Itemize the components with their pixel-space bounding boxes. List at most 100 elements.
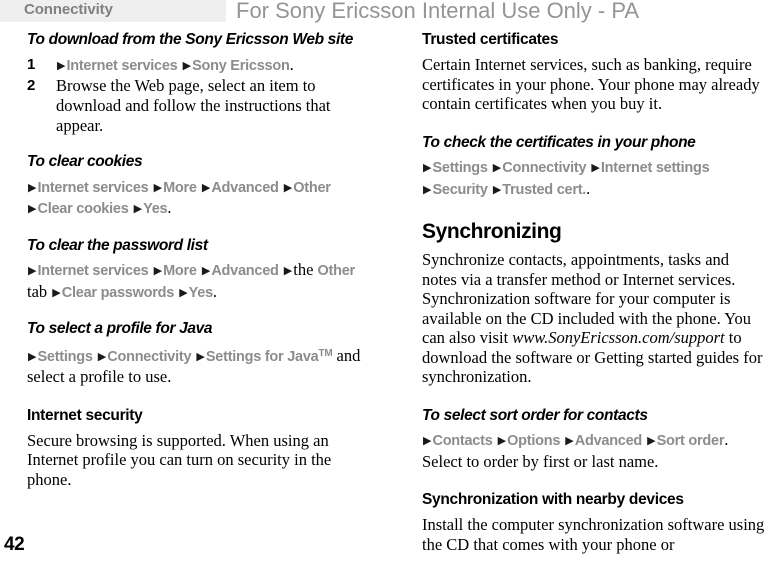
triangle-right-icon: ▶: [52, 285, 61, 299]
section-heading: Internet security: [27, 406, 143, 424]
section-trusted-certificates: Trusted certificates Certain Internet se…: [422, 31, 764, 114]
page-header: Connectivity For Sony Ericsson Internal …: [0, 0, 764, 23]
menu-item: Options: [507, 433, 561, 449]
menu-item: Internet services: [37, 263, 149, 279]
triangle-right-icon: ▶: [201, 264, 211, 277]
section-select-java-profile: To select a profile for Java ▶Settings ▶…: [27, 320, 372, 387]
triangle-right-icon: ▶: [57, 58, 66, 72]
triangle-right-icon: ▶: [492, 182, 502, 196]
triangle-right-icon: ▶: [28, 264, 37, 277]
menu-item: Advanced: [574, 433, 643, 449]
menu-item: Settings: [37, 348, 93, 365]
menu-item: Yes: [143, 201, 168, 217]
triangle-right-icon: ▶: [201, 180, 211, 194]
step-number: 1: [27, 55, 36, 73]
section-heading: Synchronization with nearby devices: [422, 491, 684, 508]
triangle-right-icon: ▶: [28, 349, 37, 363]
menu-item: Internet services: [66, 57, 178, 74]
triangle-right-icon: ▶: [196, 349, 205, 363]
menu-item: Sort order: [656, 433, 725, 449]
triangle-right-icon: ▶: [153, 180, 163, 194]
connector-word: tab: [27, 281, 48, 301]
right-column: Trusted certificates Certain Internet se…: [422, 31, 764, 554]
section-sort-order: To select sort order for contacts ▶Conta…: [422, 407, 764, 472]
menu-item: Clear passwords: [61, 284, 175, 301]
menu-item: Other: [293, 179, 331, 196]
triangle-right-icon: ▶: [565, 434, 574, 447]
menu-item: Advanced: [211, 179, 279, 196]
section-download-web-site: To download from the Sony Ericsson Web s…: [27, 31, 372, 136]
menu-path: ▶Internet services ▶More ▶Advanced ▶Othe…: [27, 177, 372, 220]
menu-path: ▶Settings ▶Connectivity ▶Internet settin…: [422, 157, 764, 200]
step-trailing-punctuation: .: [289, 54, 294, 74]
menu-item: Sony Ericsson: [192, 57, 290, 74]
section-clear-cookies: To clear cookies ▶Internet services ▶Mor…: [27, 153, 372, 220]
chapter-section-heading: Synchronizing: [422, 220, 562, 243]
menu-path: ▶Settings ▶Connectivity ▶Settings for Ja…: [27, 344, 372, 387]
step-text: Browse the Web page, select an item to d…: [56, 76, 331, 135]
trailing-punctuation: .: [586, 178, 591, 198]
menu-path: ▶Contacts ▶Options ▶Advanced ▶Sort order…: [422, 430, 764, 471]
section-internet-security: Internet security Secure browsing is sup…: [27, 407, 372, 490]
triangle-right-icon: ▶: [28, 180, 37, 194]
section-check-certificates: To check the certificates in your phone …: [422, 134, 764, 201]
procedure-heading: To clear the password list: [27, 236, 208, 254]
page-number: 42: [4, 534, 25, 555]
menu-item: Contacts: [432, 433, 493, 449]
triangle-right-icon: ▶: [283, 180, 293, 194]
triangle-right-icon: ▶: [153, 264, 163, 277]
section-body: Install the computer synchronization sof…: [422, 515, 764, 554]
procedure-heading: To clear cookies: [27, 153, 143, 170]
menu-item: Other: [317, 263, 356, 279]
menu-item: More: [163, 263, 197, 279]
triangle-right-icon: ▶: [497, 434, 507, 447]
triangle-right-icon: ▶: [423, 161, 432, 174]
triangle-right-icon: ▶: [423, 434, 432, 447]
triangle-right-icon: ▶: [179, 285, 188, 299]
section-heading: Trusted certificates: [422, 31, 559, 48]
procedure-steps: 1 ▶Internet services ▶Sony Ericsson. 2 B…: [27, 55, 372, 137]
confidentiality-watermark: For Sony Ericsson Internal Use Only - PA: [236, 0, 640, 23]
triangle-right-icon: ▶: [591, 161, 600, 174]
left-column: To download from the Sony Ericsson Web s…: [27, 31, 372, 489]
menu-item: Internet services: [37, 179, 149, 196]
menu-item: Yes: [188, 284, 214, 301]
section-body: Synchronize contacts, appointments, task…: [422, 250, 764, 387]
triangle-right-icon: ▶: [133, 202, 143, 215]
trailing-punctuation: .: [724, 430, 729, 449]
triangle-right-icon: ▶: [423, 182, 432, 196]
menu-item: Clear cookies: [37, 201, 129, 217]
triangle-right-icon: ▶: [182, 58, 192, 72]
procedure-heading: To check the certificates in your phone: [422, 133, 696, 151]
menu-item: Advanced: [211, 263, 279, 279]
trailing-punctuation: .: [167, 198, 172, 217]
menu-item: Internet settings: [600, 160, 710, 176]
section-body: Secure browsing is supported. When using…: [27, 430, 332, 489]
support-url: www.SonyEricsson.com/support: [512, 328, 725, 347]
menu-item: Connectivity: [107, 348, 192, 365]
step-number: 2: [27, 77, 36, 94]
chapter-title: Connectivity: [24, 1, 113, 18]
connector-word: the: [293, 260, 314, 279]
section-synchronizing: Synchronizing Synchronize contacts, appo…: [422, 220, 764, 387]
step-menu-path: ▶Internet services ▶Sony Ericsson.: [56, 55, 294, 74]
triangle-right-icon: ▶: [28, 202, 37, 215]
procedure-heading: To download from the Sony Ericsson Web s…: [27, 31, 353, 48]
procedure-heading: To select a profile for Java: [27, 320, 213, 337]
triangle-right-icon: ▶: [283, 264, 293, 277]
menu-item: Security: [432, 181, 488, 198]
trademark-symbol: TM: [318, 347, 333, 359]
section-nearby-devices: Synchronization with nearby devices Inst…: [422, 491, 764, 554]
section-body: Certain Internet services, such as banki…: [422, 55, 760, 113]
menu-item: Settings for Java: [205, 348, 319, 365]
menu-item: Settings: [432, 160, 488, 176]
menu-item: More: [163, 179, 197, 196]
menu-item: Connectivity: [502, 160, 587, 176]
list-item: 1 ▶Internet services ▶Sony Ericsson.: [27, 55, 372, 77]
menu-item: Trusted cert.: [502, 181, 587, 198]
section-clear-password-list: To clear the password list ▶Internet ser…: [27, 237, 372, 304]
triangle-right-icon: ▶: [647, 434, 656, 447]
procedure-heading: To select sort order for contacts: [422, 406, 648, 424]
triangle-right-icon: ▶: [97, 349, 107, 363]
menu-path: ▶Internet services ▶More ▶Advanced ▶the …: [27, 260, 372, 303]
